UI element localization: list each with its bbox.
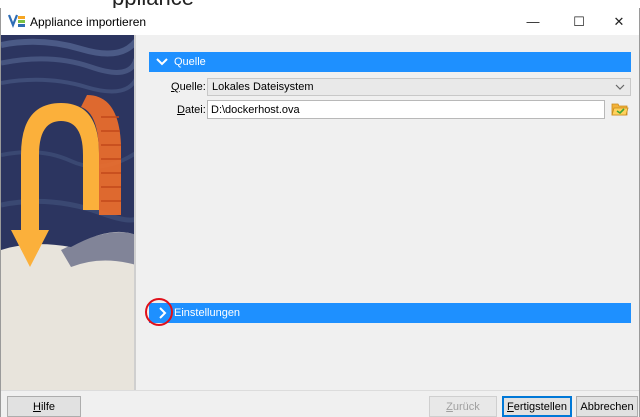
file-label: Datei: (177, 104, 206, 116)
finish-button[interactable]: Fertigstellen (502, 396, 572, 417)
section-header-quelle[interactable]: Quelle (149, 52, 631, 72)
back-button[interactable]: Zurück (429, 396, 497, 417)
help-button[interactable]: Hilfe (7, 396, 81, 417)
section-title-quelle: Quelle (174, 56, 206, 68)
close-button[interactable]: ✕ (599, 8, 639, 35)
close-icon: ✕ (613, 13, 625, 29)
source-select[interactable]: Lokales Dateisystem (207, 78, 631, 96)
section-header-einstellungen[interactable]: Einstellungen (149, 303, 631, 323)
maximize-button[interactable]: ☐ (559, 8, 599, 35)
annotation-highlight-circle (145, 298, 173, 326)
footer-separator (1, 390, 639, 391)
source-select-value: Lokales Dateisystem (212, 81, 314, 93)
chevron-down-icon (152, 52, 172, 72)
maximize-icon: ☐ (573, 13, 585, 29)
cancel-button[interactable]: Abbrechen (576, 396, 638, 417)
window-title: Appliance importieren (30, 15, 147, 29)
file-path-input[interactable]: D:\dockerhost.ova (207, 100, 605, 119)
minimize-button[interactable]: — (513, 8, 553, 35)
browse-folder-button[interactable] (611, 100, 629, 118)
import-appliance-dialog: Appliance importieren — ☐ ✕ Quelle Quell… (0, 8, 640, 417)
virtualbox-app-icon (7, 13, 26, 29)
folder-open-icon (611, 103, 629, 121)
title-bar[interactable]: Appliance importieren — ☐ ✕ (1, 8, 639, 35)
section-title-einstellungen: Einstellungen (174, 307, 241, 319)
background-window-text: ppliance (0, 0, 640, 8)
wizard-banner-image (1, 35, 136, 390)
minimize-icon: — (526, 14, 540, 29)
source-label: Quelle: (171, 81, 206, 93)
background-text: ppliance (112, 0, 194, 8)
chevron-down-icon (615, 80, 625, 97)
